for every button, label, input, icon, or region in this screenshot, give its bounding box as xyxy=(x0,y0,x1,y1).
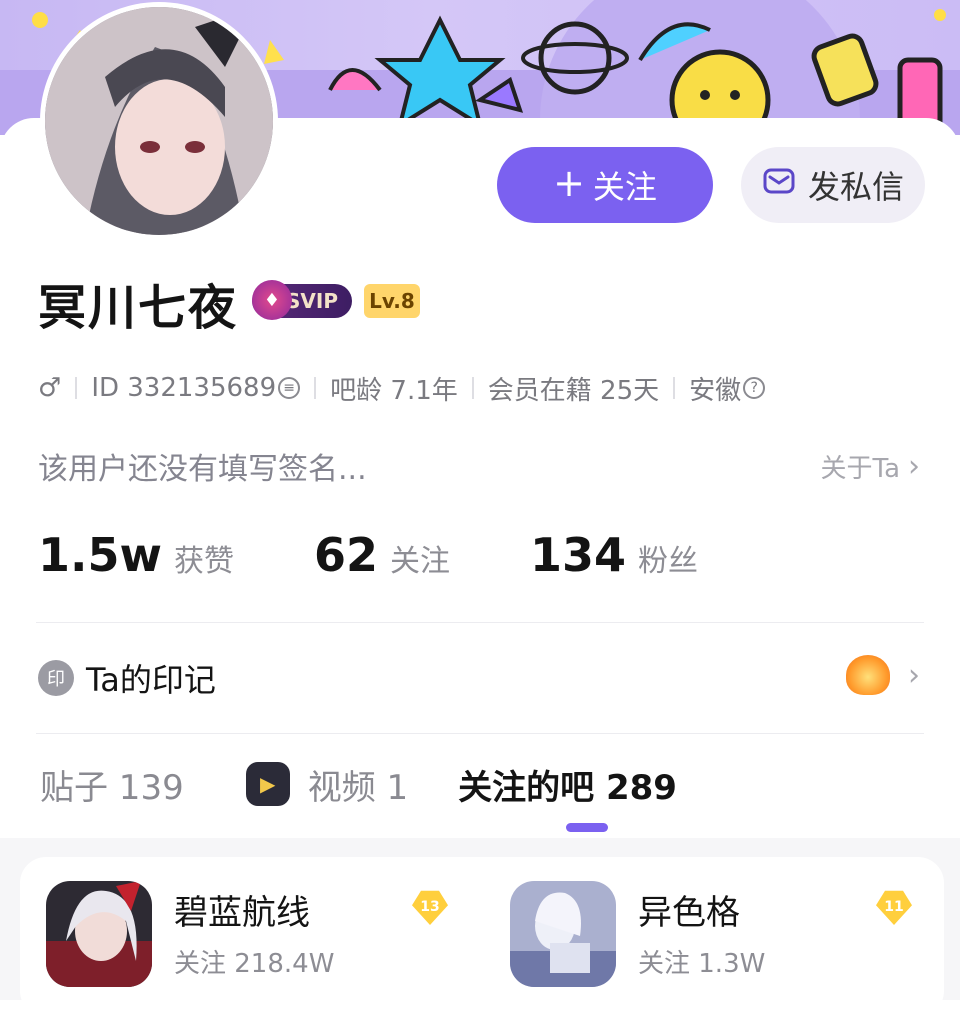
stat-label: 粉丝 xyxy=(638,544,699,579)
stats-row: 1.5w 获赞 62 关注 134 粉丝 xyxy=(38,528,778,584)
about-label: 关于Ta xyxy=(820,454,900,484)
stat-followers[interactable]: 134 粉丝 xyxy=(530,528,698,582)
tab-followed-bars[interactable]: 关注的吧 289 xyxy=(458,760,677,809)
forum-thumbnail xyxy=(46,881,152,987)
marks-preview[interactable]: › xyxy=(846,655,920,695)
stat-likes[interactable]: 1.5w 获赞 xyxy=(38,528,234,582)
forum-follow-count: 关注 218.4W xyxy=(174,949,335,979)
avatar-image xyxy=(45,7,273,235)
forum-level-badge: 13 xyxy=(412,890,448,925)
avatar[interactable] xyxy=(40,2,278,240)
message-button-label: 发私信 xyxy=(807,168,904,206)
forum-item[interactable]: 异色格 关注 1.3W 11 xyxy=(484,879,914,989)
chevron-right-icon: › xyxy=(908,657,920,693)
tab-posts[interactable]: 贴子 139 xyxy=(40,760,184,809)
user-id: ID 332135689 xyxy=(91,373,277,403)
divider xyxy=(36,733,924,734)
marks-label: Ta的印记 xyxy=(86,661,216,699)
stat-label: 关注 xyxy=(390,544,450,579)
meta-divider xyxy=(314,377,317,399)
question-circle-icon[interactable]: ? xyxy=(743,377,766,399)
meta-divider xyxy=(673,377,676,399)
tab-label: 关注的吧 289 xyxy=(458,767,677,808)
forum-name: 异色格 xyxy=(638,893,740,933)
play-icon: ▶ xyxy=(245,762,290,806)
stat-value: 62 xyxy=(313,528,378,582)
mark-badge-icon xyxy=(846,655,890,695)
tab-videos[interactable]: ▶ 视频 1 xyxy=(245,760,409,809)
profile-tabs: 贴子 139 ▶ 视频 1 关注的吧 289 xyxy=(40,756,677,812)
forum-item[interactable]: 碧蓝航线 关注 218.4W 13 xyxy=(20,879,450,989)
follow-button-label: 关注 xyxy=(592,168,657,206)
signature-text: 该用户还没有填写签名... xyxy=(38,452,367,487)
tab-indicator xyxy=(566,823,608,832)
stat-following[interactable]: 62 关注 xyxy=(314,528,450,582)
forum-follow-count: 关注 1.3W xyxy=(638,949,766,979)
follow-button[interactable]: + 关注 xyxy=(497,147,713,223)
forum-list: 碧蓝航线 关注 218.4W 13 异色格 关注 1.3W 11 xyxy=(20,857,944,1017)
tab-label: 视频 1 xyxy=(307,767,409,808)
seal-icon: 印 xyxy=(38,660,74,696)
marks-row[interactable]: 印 Ta的印记 xyxy=(38,650,216,706)
profile-meta: ♂ ID 332135689 ≡ 吧龄 7.1年 会员在籍 25天 安徽 ? xyxy=(38,370,766,406)
forum-level-badge: 11 xyxy=(876,890,912,925)
forum-name: 碧蓝航线 xyxy=(174,893,310,933)
level-badge[interactable]: Lv.8 xyxy=(364,284,420,318)
gender-icon: ♂ xyxy=(38,373,62,403)
mail-icon xyxy=(762,164,796,206)
bar-age: 吧龄 7.1年 xyxy=(330,375,458,406)
diamond-icon: ♦ xyxy=(252,280,292,320)
meta-divider xyxy=(75,377,78,399)
tab-label: 贴子 139 xyxy=(40,767,184,808)
plus-icon: + xyxy=(553,161,585,205)
divider xyxy=(36,622,924,623)
stat-value: 1.5w xyxy=(38,528,162,582)
member-days: 会员在籍 25天 xyxy=(487,375,660,406)
user-name: 冥川七夜 xyxy=(38,280,239,336)
stat-label: 获赞 xyxy=(173,544,234,579)
stat-value: 134 xyxy=(530,528,627,582)
forum-thumbnail xyxy=(510,881,616,987)
copy-icon[interactable]: ≡ xyxy=(278,377,301,399)
meta-divider xyxy=(471,377,474,399)
about-link[interactable]: 关于Ta › xyxy=(820,448,920,485)
chevron-right-icon: › xyxy=(908,449,920,484)
location: 安徽 xyxy=(689,375,742,406)
message-button[interactable]: 发私信 xyxy=(741,147,925,223)
